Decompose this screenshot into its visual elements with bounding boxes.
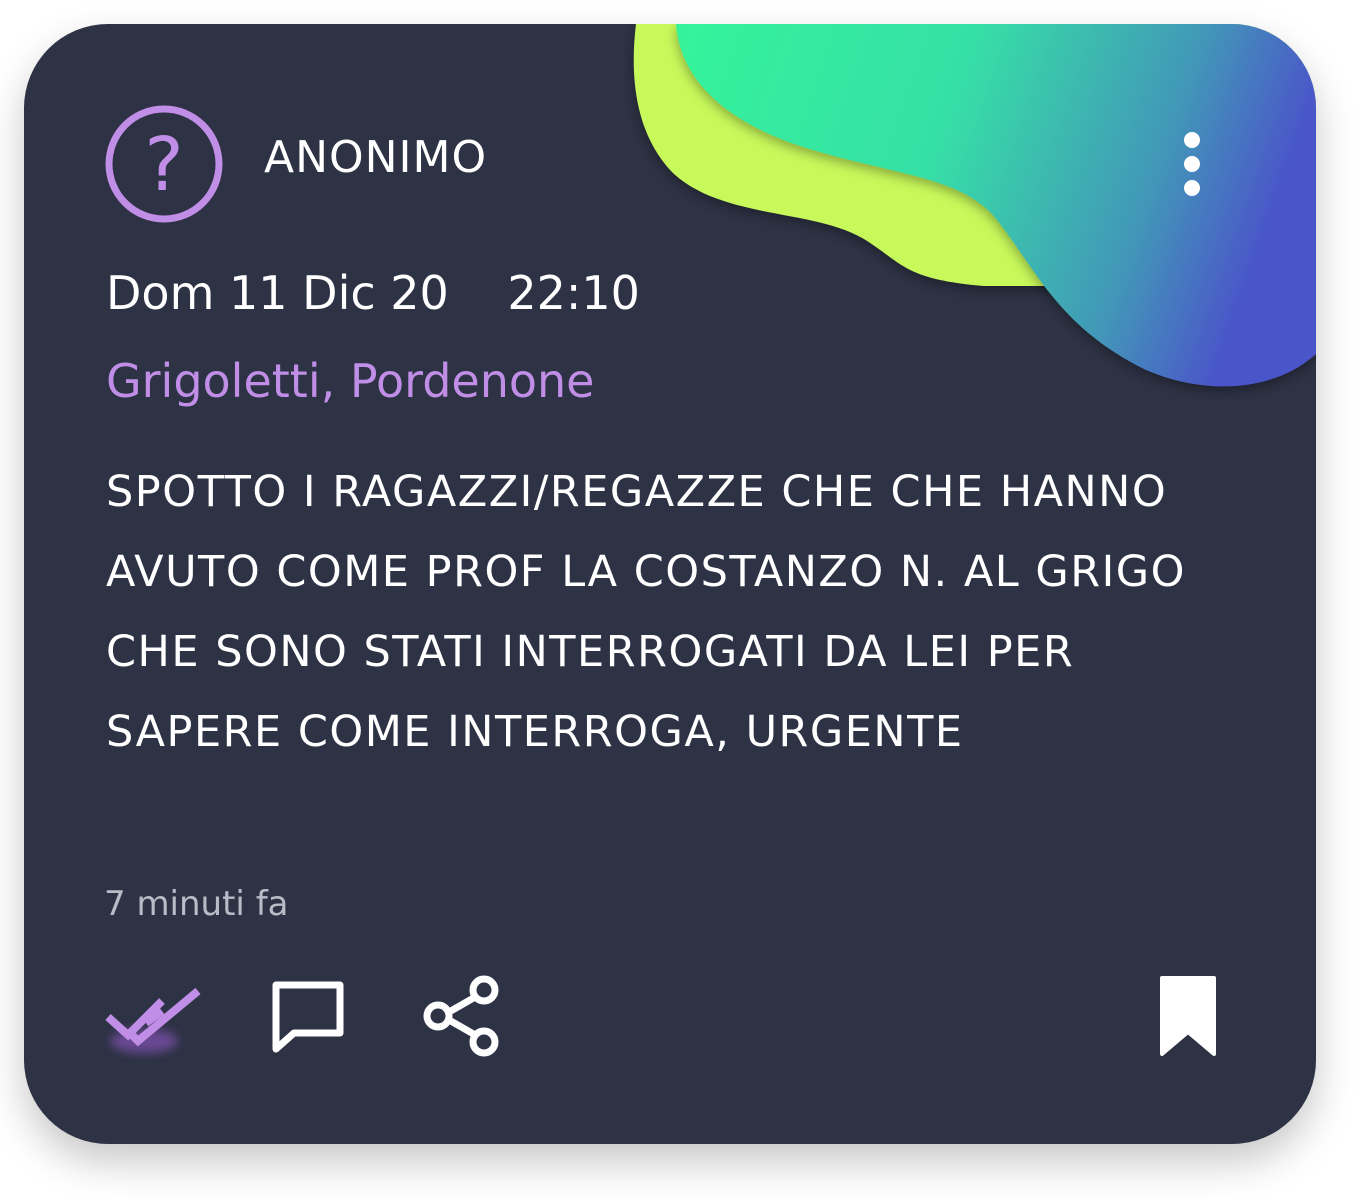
post-card: ? ANONIMO Dom 11 Dic 20 22:10 Grigoletti… xyxy=(24,24,1316,1144)
post-text: SPOTTO I RAGAZZI/REGAZZE CHE CHE HANNO A… xyxy=(106,467,1186,757)
post-location[interactable]: Grigoletti, Pordenone xyxy=(106,354,594,408)
bookmark-icon[interactable] xyxy=(1158,974,1218,1058)
question-mark-circle-icon[interactable]: ? xyxy=(104,104,224,224)
more-vertical-icon[interactable] xyxy=(1174,124,1210,204)
post-time: 22:10 xyxy=(507,266,640,320)
svg-text:?: ? xyxy=(144,122,183,208)
post-date: Dom 11 Dic 20 xyxy=(106,266,449,320)
double-check-icon[interactable] xyxy=(102,979,206,1063)
author-name: ANONIMO xyxy=(264,132,488,183)
posted-ago: 7 minuti fa xyxy=(104,884,289,924)
comment-icon[interactable] xyxy=(268,979,348,1055)
share-icon[interactable] xyxy=(420,974,504,1058)
post-datetime: Dom 11 Dic 20 22:10 xyxy=(106,266,640,320)
